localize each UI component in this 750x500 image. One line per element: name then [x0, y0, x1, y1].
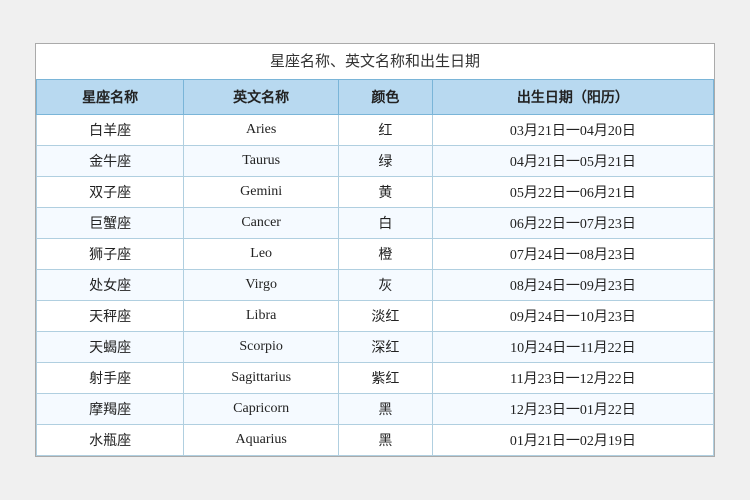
- table-cell-2: 橙: [339, 239, 433, 270]
- table-cell-3: 07月24日一08月23日: [432, 239, 713, 270]
- table-cell-3: 12月23日一01月22日: [432, 394, 713, 425]
- table-row: 白羊座Aries红03月21日一04月20日: [37, 115, 714, 146]
- table-cell-1: Capricorn: [184, 394, 339, 425]
- table-row: 金牛座Taurus绿04月21日一05月21日: [37, 146, 714, 177]
- table-cell-2: 深红: [339, 332, 433, 363]
- table-header-row: 星座名称英文名称颜色出生日期（阳历）: [37, 80, 714, 115]
- table-row: 水瓶座Aquarius黑01月21日一02月19日: [37, 425, 714, 456]
- table-row: 天蝎座Scorpio深红10月24日一11月22日: [37, 332, 714, 363]
- table-cell-3: 03月21日一04月20日: [432, 115, 713, 146]
- table-cell-0: 巨蟹座: [37, 208, 184, 239]
- table-row: 天秤座Libra淡红09月24日一10月23日: [37, 301, 714, 332]
- table-cell-1: Virgo: [184, 270, 339, 301]
- table-cell-2: 黑: [339, 394, 433, 425]
- table-cell-0: 白羊座: [37, 115, 184, 146]
- table-cell-1: Aries: [184, 115, 339, 146]
- table-cell-0: 处女座: [37, 270, 184, 301]
- zodiac-table: 星座名称英文名称颜色出生日期（阳历） 白羊座Aries红03月21日一04月20…: [36, 79, 714, 456]
- table-row: 处女座Virgo灰08月24日一09月23日: [37, 270, 714, 301]
- table-cell-2: 绿: [339, 146, 433, 177]
- table-cell-3: 09月24日一10月23日: [432, 301, 713, 332]
- table-cell-1: Gemini: [184, 177, 339, 208]
- table-cell-2: 黄: [339, 177, 433, 208]
- table-row: 巨蟹座Cancer白06月22日一07月23日: [37, 208, 714, 239]
- table-cell-3: 04月21日一05月21日: [432, 146, 713, 177]
- table-cell-0: 狮子座: [37, 239, 184, 270]
- table-row: 双子座Gemini黄05月22日一06月21日: [37, 177, 714, 208]
- table-header-cell: 出生日期（阳历）: [432, 80, 713, 115]
- table-cell-0: 天蝎座: [37, 332, 184, 363]
- table-cell-0: 双子座: [37, 177, 184, 208]
- table-header-cell: 英文名称: [184, 80, 339, 115]
- table-cell-2: 灰: [339, 270, 433, 301]
- table-row: 射手座Sagittarius紫红11月23日一12月22日: [37, 363, 714, 394]
- table-cell-1: Cancer: [184, 208, 339, 239]
- table-cell-1: Taurus: [184, 146, 339, 177]
- table-row: 摩羯座Capricorn黑12月23日一01月22日: [37, 394, 714, 425]
- table-cell-1: Libra: [184, 301, 339, 332]
- table-cell-2: 紫红: [339, 363, 433, 394]
- table-cell-3: 06月22日一07月23日: [432, 208, 713, 239]
- page-title: 星座名称、英文名称和出生日期: [36, 44, 714, 79]
- table-cell-0: 天秤座: [37, 301, 184, 332]
- table-cell-2: 淡红: [339, 301, 433, 332]
- table-cell-1: Leo: [184, 239, 339, 270]
- table-header-cell: 星座名称: [37, 80, 184, 115]
- table-cell-0: 摩羯座: [37, 394, 184, 425]
- table-row: 狮子座Leo橙07月24日一08月23日: [37, 239, 714, 270]
- table-cell-3: 08月24日一09月23日: [432, 270, 713, 301]
- table-header-cell: 颜色: [339, 80, 433, 115]
- table-cell-2: 黑: [339, 425, 433, 456]
- main-container: 星座名称、英文名称和出生日期 星座名称英文名称颜色出生日期（阳历） 白羊座Ari…: [35, 43, 715, 457]
- table-cell-1: Aquarius: [184, 425, 339, 456]
- table-cell-0: 水瓶座: [37, 425, 184, 456]
- table-cell-2: 白: [339, 208, 433, 239]
- table-cell-3: 01月21日一02月19日: [432, 425, 713, 456]
- table-cell-1: Sagittarius: [184, 363, 339, 394]
- table-cell-3: 11月23日一12月22日: [432, 363, 713, 394]
- table-cell-0: 金牛座: [37, 146, 184, 177]
- table-cell-2: 红: [339, 115, 433, 146]
- table-cell-1: Scorpio: [184, 332, 339, 363]
- table-cell-3: 10月24日一11月22日: [432, 332, 713, 363]
- table-cell-3: 05月22日一06月21日: [432, 177, 713, 208]
- table-cell-0: 射手座: [37, 363, 184, 394]
